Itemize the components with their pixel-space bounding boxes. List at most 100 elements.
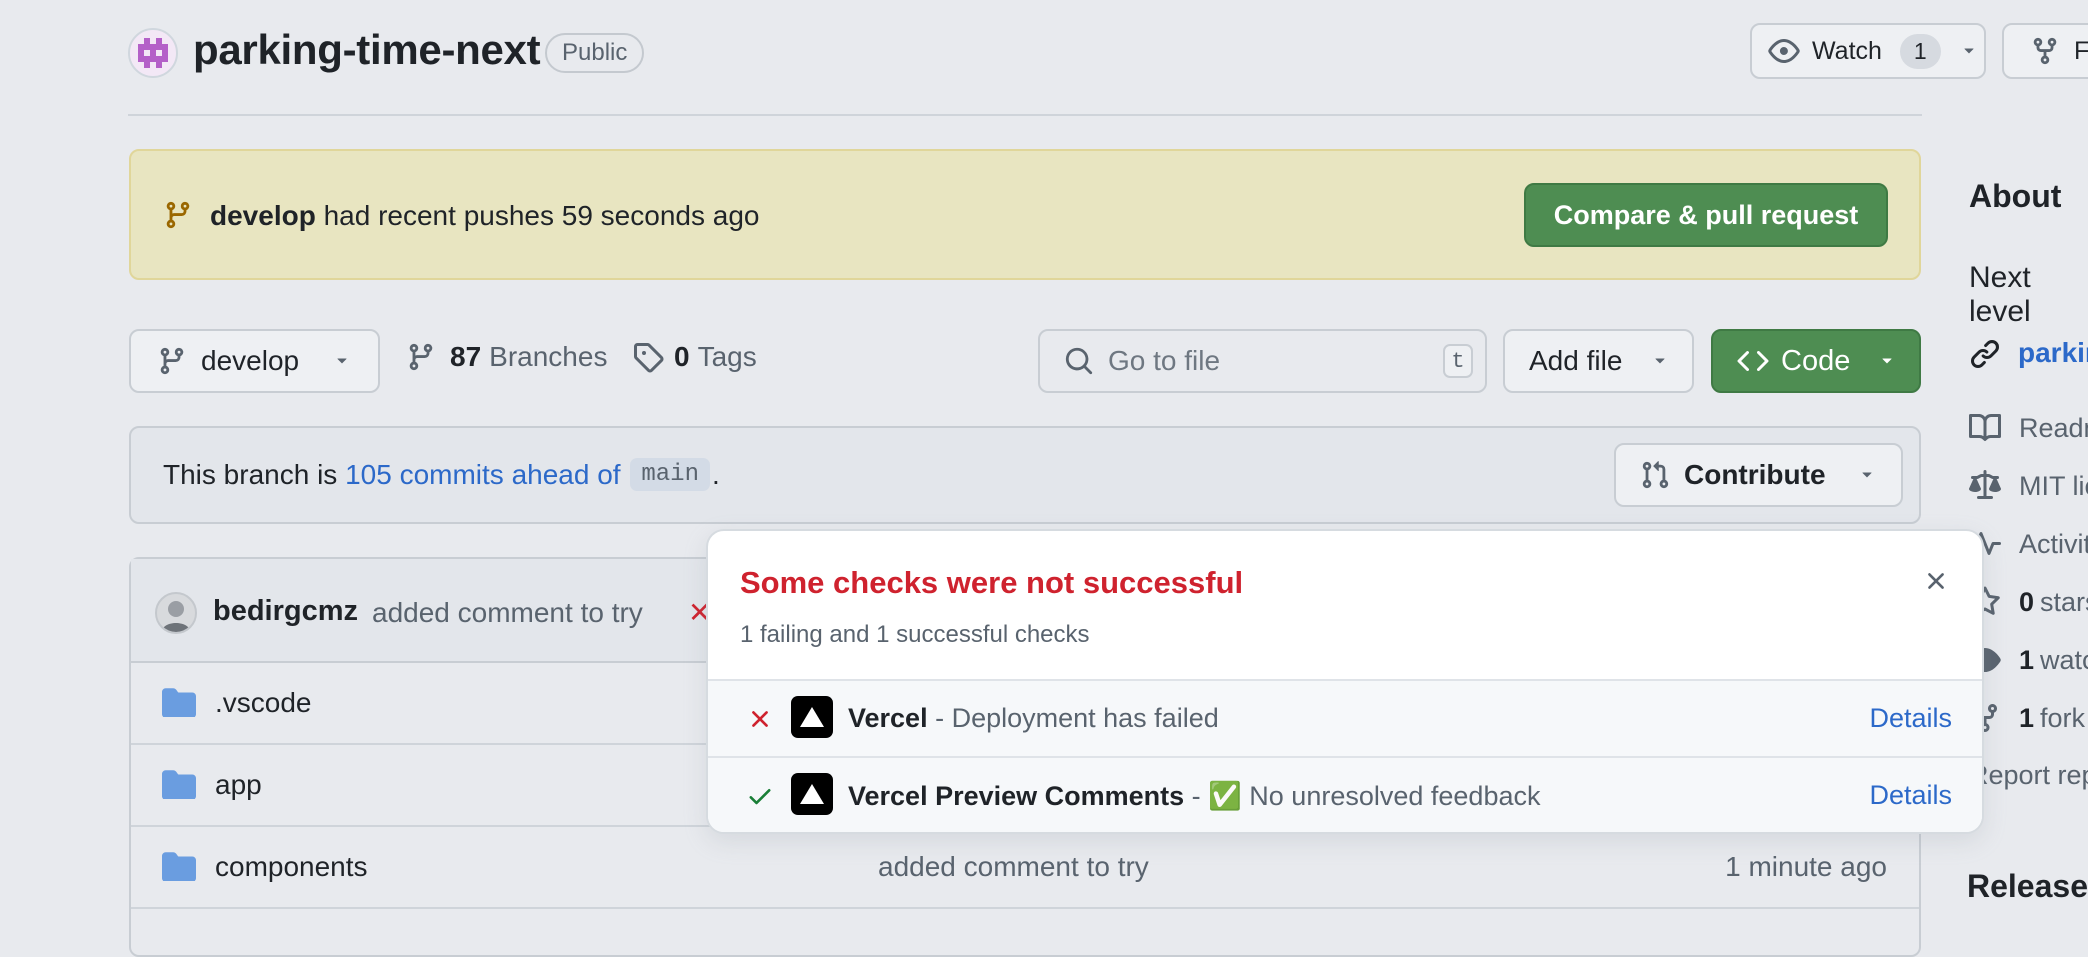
- stars-link[interactable]: 0 stars: [1969, 586, 2088, 618]
- keyboard-shortcut-hint: t: [1443, 344, 1473, 378]
- file-name[interactable]: app: [215, 769, 262, 801]
- book-icon: [1969, 412, 2003, 444]
- go-to-file-input[interactable]: [1106, 344, 1410, 378]
- pushed-branch-name[interactable]: develop: [210, 200, 316, 231]
- file-name[interactable]: components: [215, 851, 368, 883]
- tags-link[interactable]: 0 Tags: [632, 341, 757, 373]
- checks-summary: 1 failing and 1 successful checks: [740, 621, 1090, 648]
- check-detail-text: - ✅ No unresolved feedback: [1184, 781, 1541, 811]
- x-icon: [746, 705, 774, 733]
- watch-button[interactable]: Watch 1: [1750, 23, 1986, 79]
- branches-label: Branches: [489, 341, 608, 372]
- go-to-file-search[interactable]: t: [1038, 329, 1487, 393]
- pull-request-icon: [1640, 460, 1670, 490]
- branches-count: 87: [450, 341, 482, 372]
- avatar[interactable]: [155, 592, 197, 634]
- folder-icon: [162, 769, 196, 799]
- branches-link[interactable]: 87 Branches: [406, 341, 607, 373]
- code-button[interactable]: Code: [1711, 329, 1921, 393]
- ahead-prefix: This branch is: [163, 458, 346, 490]
- add-file-button[interactable]: Add file: [1503, 329, 1694, 393]
- file-name[interactable]: .vscode: [215, 687, 312, 719]
- watch-label: Watch: [1812, 36, 1882, 65]
- file-row[interactable]: components added comment to try 1 minute…: [131, 827, 1919, 909]
- check-name: Vercel: [848, 703, 928, 733]
- check-row[interactable]: Vercel Preview Comments - ✅ No unresolve…: [708, 756, 1982, 832]
- repo-name[interactable]: parking-time-next: [193, 26, 541, 74]
- report-repository-link[interactable]: Report repository: [1969, 760, 2088, 791]
- check-description: Vercel Preview Comments - ✅ No unresolve…: [848, 780, 1540, 812]
- file-commit-message[interactable]: added comment to try: [878, 851, 1149, 883]
- about-heading: About: [1969, 178, 2062, 214]
- chevron-down-icon: [1857, 465, 1877, 485]
- chevron-down-icon: [332, 351, 352, 371]
- code-label: Code: [1781, 344, 1851, 377]
- base-branch-code: main: [630, 458, 710, 491]
- activity-label: Activity: [2019, 528, 2088, 559]
- details-link[interactable]: Details: [1869, 780, 1952, 811]
- license-label: MIT license: [2019, 470, 2088, 501]
- watching-count: 1: [2019, 644, 2035, 675]
- checks-title: Some checks were not successful: [740, 565, 1244, 600]
- contribute-button[interactable]: Contribute: [1614, 443, 1903, 507]
- eye-icon: [1768, 35, 1800, 67]
- code-icon: [1737, 345, 1769, 377]
- stars-label: stars: [2040, 586, 2088, 617]
- recent-pushes-text: develop had recent pushes 59 seconds ago: [210, 200, 759, 232]
- ahead-suffix: .: [711, 458, 720, 490]
- check-icon: [746, 782, 774, 810]
- stars-count: 0: [2019, 586, 2035, 617]
- branch-ahead-text: This branch is 105 commits ahead of main…: [163, 458, 720, 491]
- search-icon: [1064, 346, 1094, 376]
- check-row[interactable]: Vercel - Deployment has failed Details: [708, 679, 1982, 756]
- watch-count: 1: [1899, 33, 1941, 69]
- fork-label: Fork: [2074, 36, 2088, 65]
- watching-label: watching: [2040, 644, 2088, 675]
- branch-icon: [163, 200, 193, 230]
- details-link[interactable]: Details: [1869, 703, 1952, 734]
- commits-ahead-link[interactable]: 105 commits ahead of: [345, 459, 621, 491]
- header-divider: [128, 114, 1922, 116]
- readme-link[interactable]: Readme: [1969, 412, 2088, 444]
- folder-icon: [162, 687, 196, 717]
- repo-owner-avatar[interactable]: [128, 28, 178, 78]
- fork-icon: [2030, 36, 2060, 66]
- forks-count: 1: [2019, 702, 2035, 733]
- current-branch-label: develop: [201, 345, 300, 376]
- tags-label: Tags: [697, 341, 757, 372]
- visibility-badge: Public: [545, 33, 645, 73]
- activity-link[interactable]: Activity: [1969, 528, 2088, 560]
- file-updated-time: 1 minute ago: [1725, 851, 1887, 882]
- check-detail-text: - Deployment has failed: [927, 703, 1219, 733]
- recent-pushes-message: had recent pushes 59 seconds ago: [315, 200, 760, 231]
- branch-selector[interactable]: develop: [129, 329, 380, 393]
- tags-count: 0: [674, 341, 690, 372]
- license-link[interactable]: MIT license: [1969, 470, 2088, 502]
- report-label: Report repository: [1969, 760, 2088, 790]
- add-file-label: Add file: [1529, 345, 1623, 376]
- commit-author[interactable]: bedirgcmz: [213, 595, 358, 628]
- releases-heading[interactable]: Releases: [1967, 868, 2088, 905]
- folder-icon: [162, 851, 196, 881]
- vercel-logo-icon: [791, 696, 833, 738]
- branch-icon: [157, 346, 187, 376]
- compare-pull-request-button[interactable]: Compare & pull request: [1524, 183, 1888, 247]
- readme-label: Readme: [2019, 412, 2088, 443]
- chevron-down-icon: [1959, 41, 1979, 61]
- checks-popover: Some checks were not successful 1 failin…: [706, 529, 1984, 834]
- chevron-down-icon: [1877, 351, 1897, 371]
- forks-label: fork: [2040, 702, 2086, 733]
- check-name: Vercel Preview Comments: [848, 781, 1185, 811]
- branch-icon: [406, 342, 436, 372]
- commit-message[interactable]: added comment to try: [372, 597, 643, 629]
- tag-icon: [632, 341, 664, 373]
- fork-button[interactable]: Fork: [2002, 23, 2088, 79]
- forks-link[interactable]: 1 fork: [1969, 702, 2085, 734]
- about-description: Next level: [1969, 261, 2031, 328]
- law-icon: [1969, 470, 2003, 502]
- chevron-down-icon: [1650, 351, 1670, 371]
- check-description: Vercel - Deployment has failed: [848, 703, 1219, 734]
- close-icon[interactable]: [1922, 567, 1950, 595]
- watchers-link[interactable]: 1 watching: [1969, 644, 2088, 676]
- homepage-link[interactable]: parking: [2018, 337, 2088, 369]
